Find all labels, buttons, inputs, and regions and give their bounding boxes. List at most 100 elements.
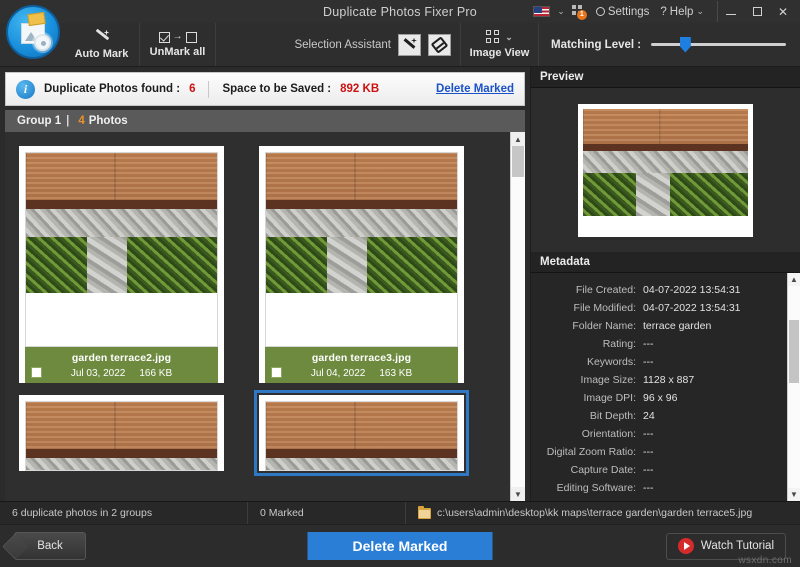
magic-wand-icon <box>402 38 417 52</box>
delete-marked-label: Delete Marked <box>353 538 448 554</box>
metadata-value: terrace garden <box>643 320 711 332</box>
maximize-button[interactable] <box>744 1 770 22</box>
delete-marked-link[interactable]: Delete Marked <box>436 83 514 95</box>
garden-terrace-image <box>266 402 457 471</box>
group-photo-count: 4 <box>78 115 84 127</box>
photo-thumbnail[interactable] <box>25 152 218 347</box>
status-file-path: c:\users\admin\desktop\kk maps\terrace g… <box>437 507 752 519</box>
metadata-key: Image Size: <box>531 374 643 386</box>
application-window: Duplicate Photos Fixer Pro ⌄ 1 Settings … <box>0 0 800 567</box>
title-bar-controls: ⌄ 1 Settings ? Help ⌄ ✕ <box>533 1 800 22</box>
metadata-key: Orientation: <box>531 428 643 440</box>
scroll-up-arrow-icon[interactable]: ▲ <box>788 273 800 286</box>
minimize-button[interactable] <box>718 1 744 22</box>
metadata-row: Editing Software:--- <box>531 479 787 497</box>
status-bar: 6 duplicate photos in 2 groups 0 Marked … <box>0 501 800 524</box>
metadata-header: Metadata <box>531 252 800 273</box>
metadata-rows: File Created:04-07-2022 13:54:31 File Mo… <box>531 273 787 501</box>
grid-view-icon <box>486 30 501 45</box>
status-summary: 6 duplicate photos in 2 groups <box>0 502 248 524</box>
photo-row <box>19 395 510 471</box>
unmark-all-icon: → <box>159 32 197 43</box>
summary-bar: i Duplicate Photos found : 6 Space to be… <box>5 72 525 106</box>
slider-thumb[interactable] <box>680 37 691 53</box>
photo-thumbnail[interactable] <box>265 401 458 471</box>
metadata-key: Digital Zoom Ratio: <box>531 446 643 458</box>
notification-badge: 1 <box>577 10 587 20</box>
scrollbar-thumb[interactable] <box>789 320 799 383</box>
metadata-row: Digital Zoom Ratio:--- <box>531 443 787 461</box>
photo-filename: garden terrace2.jpg <box>25 352 218 364</box>
matching-level-label: Matching Level : <box>551 39 641 51</box>
photo-grid: garden terrace2.jpg Jul 03, 2022 166 KB <box>5 132 510 501</box>
folder-icon <box>418 508 431 519</box>
photo-thumbnail[interactable] <box>25 401 218 471</box>
metadata-key: File Created: <box>531 284 643 296</box>
garden-terrace-image <box>26 402 217 471</box>
metadata-row: Bit Depth:24 <box>531 407 787 425</box>
photo-card-selected[interactable] <box>259 395 464 471</box>
question-mark-icon: ? <box>660 6 666 18</box>
matching-level-control: Matching Level : <box>539 23 800 66</box>
scroll-down-arrow-icon[interactable]: ▼ <box>511 487 525 501</box>
selection-eraser-button[interactable] <box>428 34 451 56</box>
photo-date: Jul 03, 2022 <box>71 368 126 379</box>
photo-card[interactable]: garden terrace3.jpg Jul 04, 2022 163 KB <box>259 146 464 383</box>
watermark: wsxdn.com <box>738 555 792 566</box>
scrollbar-trough[interactable] <box>511 146 525 487</box>
duplicates-found-count: 6 <box>189 83 195 95</box>
selection-wand-button[interactable] <box>398 34 421 56</box>
photo-mark-checkbox[interactable] <box>31 367 42 378</box>
metadata-value: 24 <box>643 410 655 422</box>
selection-assistant-group: Selection Assistant <box>216 23 461 66</box>
help-chevron-down-icon: ⌄ <box>696 6 704 17</box>
auto-mark-button[interactable]: Auto Mark <box>64 23 140 66</box>
photo-thumbnail[interactable] <box>265 152 458 347</box>
garden-terrace-image <box>26 153 217 293</box>
notifications-icon[interactable]: 1 <box>572 5 587 19</box>
help-button[interactable]: ? Help ⌄ <box>658 6 706 18</box>
language-chevron-down-icon[interactable]: ⌄ <box>557 6 565 17</box>
metadata-scrollbar[interactable]: ▲ ▼ <box>787 273 800 501</box>
metadata-body: File Created:04-07-2022 13:54:31 File Mo… <box>531 273 800 501</box>
details-pane: Preview Metadata File Created:04-07-2022… <box>530 67 800 501</box>
status-marked-count: 0 Marked <box>248 502 406 524</box>
back-button[interactable]: Back <box>14 532 86 560</box>
delete-marked-button[interactable]: Delete Marked <box>308 532 493 560</box>
photo-grid-scrollbar[interactable]: ▲ ▼ <box>510 132 525 501</box>
photo-mark-checkbox[interactable] <box>271 367 282 378</box>
image-view-button[interactable]: ⌄ Image View <box>461 23 539 66</box>
results-pane: i Duplicate Photos found : 6 Space to be… <box>0 67 530 501</box>
photo-filename: garden terrace3.jpg <box>265 352 458 364</box>
photo-card[interactable]: garden terrace2.jpg Jul 03, 2022 166 KB <box>19 146 224 383</box>
main-toolbar: Auto Mark → UnMark all Selection Assista… <box>0 23 800 67</box>
settings-button[interactable]: Settings <box>594 6 652 18</box>
matching-level-slider[interactable] <box>651 38 786 52</box>
photo-card[interactable] <box>19 395 224 471</box>
close-button[interactable]: ✕ <box>770 1 796 22</box>
us-flag-icon[interactable] <box>533 6 550 17</box>
metadata-row: Keywords:--- <box>531 353 787 371</box>
scroll-down-arrow-icon[interactable]: ▼ <box>788 488 800 501</box>
info-icon: i <box>16 80 35 99</box>
preview-header: Preview <box>531 67 800 88</box>
scrollbar-trough[interactable] <box>788 286 800 488</box>
selection-assistant-label: Selection Assistant <box>294 39 391 51</box>
metadata-row: File Created:04-07-2022 13:54:31 <box>531 281 787 299</box>
scroll-up-arrow-icon[interactable]: ▲ <box>511 132 525 146</box>
scrollbar-thumb[interactable] <box>512 146 524 177</box>
unmark-all-button[interactable]: → UnMark all <box>140 23 216 66</box>
group-separator: | <box>66 115 69 127</box>
metadata-key: Bit Depth: <box>531 410 643 422</box>
image-view-label: Image View <box>470 47 530 59</box>
metadata-key: Rating: <box>531 338 643 350</box>
metadata-row: Image Size:1128 x 887 <box>531 371 787 389</box>
metadata-key: Capture Date: <box>531 464 643 476</box>
metadata-row: Capture Date:--- <box>531 461 787 479</box>
settings-label: Settings <box>608 6 650 18</box>
metadata-row: Image DPI:96 x 96 <box>531 389 787 407</box>
magic-wand-icon <box>93 30 111 45</box>
metadata-value: 04-07-2022 13:54:31 <box>643 302 741 314</box>
metadata-row: Folder Name:terrace garden <box>531 317 787 335</box>
group-header: Group 1 | 4 Photos <box>5 110 525 132</box>
